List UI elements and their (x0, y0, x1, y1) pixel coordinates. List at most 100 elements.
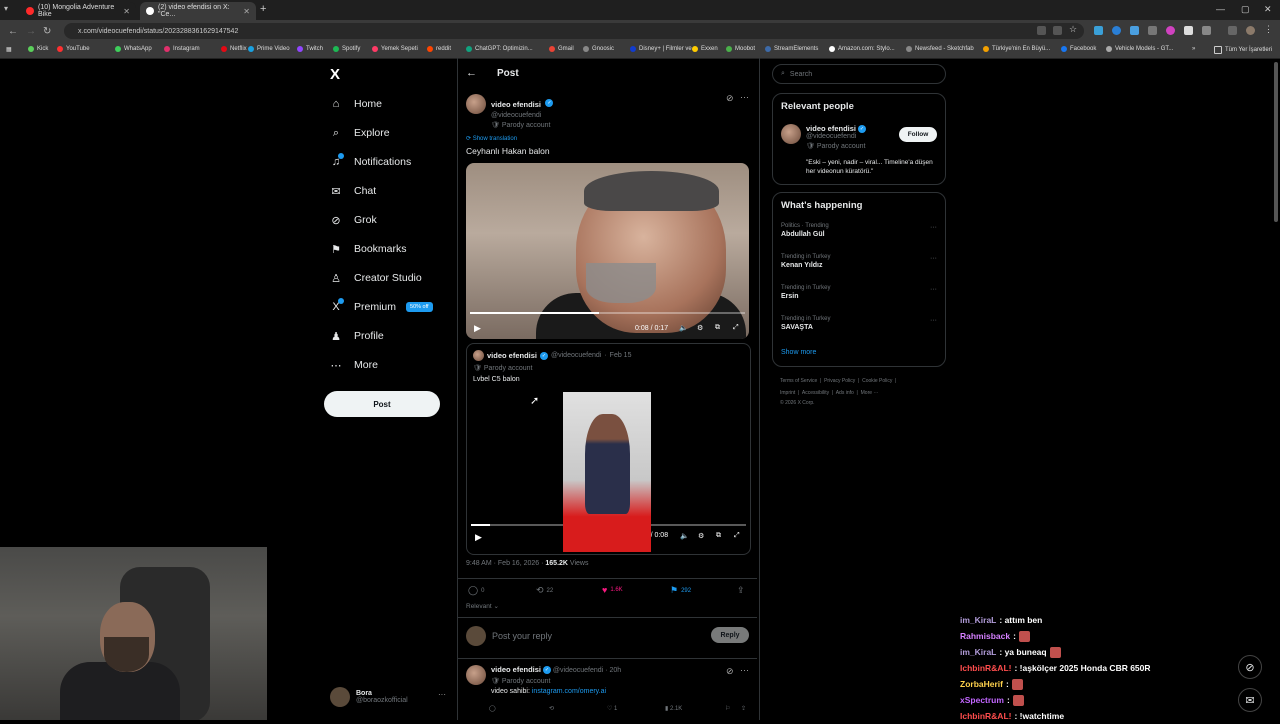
volume-icon[interactable]: 🔈 (679, 324, 688, 332)
bookmark-19[interactable]: Türkiye'nin En Büyü... (983, 46, 1050, 52)
browser-tab-2[interactable]: (2) video efendisi on X: "Ce... ✕ (140, 2, 256, 20)
bookmark-1[interactable]: YouTube (57, 46, 90, 52)
more-options-icon[interactable]: ··· (740, 665, 749, 675)
reply-input[interactable]: Post your reply (492, 631, 552, 641)
more-options-icon[interactable]: ··· (740, 92, 749, 102)
trend-more-icon[interactable]: ··· (930, 317, 937, 324)
bookmark-5[interactable]: Prime Video (248, 46, 290, 52)
extension-icon[interactable] (1166, 26, 1175, 35)
bookmark-20[interactable]: Facebook (1061, 46, 1096, 52)
post-timestamp[interactable]: 9:48 AM · Feb 16, 2026 · (466, 560, 543, 567)
x-logo[interactable]: X (330, 66, 340, 83)
reply-action[interactable]: ◯ 0 (468, 585, 484, 596)
profile-avatar-icon[interactable] (1246, 26, 1255, 35)
like-action[interactable]: ♥ 1.6K (602, 585, 623, 595)
maximize-button[interactable]: ▢ (1241, 4, 1250, 15)
settings-icon[interactable]: ⚙ (698, 532, 704, 540)
reload-icon[interactable]: ↻ (43, 26, 51, 37)
search-input[interactable]: ⌕ Search (772, 64, 946, 84)
close-window-button[interactable]: ✕ (1264, 4, 1272, 15)
play-icon[interactable]: ▶ (474, 323, 481, 334)
fullscreen-icon[interactable]: ⤢ (734, 532, 740, 540)
bookmark-3[interactable]: Instagram (164, 46, 200, 52)
reply-link[interactable]: instagram.com/omery.ai (532, 688, 606, 695)
extensions-puzzle-icon[interactable] (1202, 26, 1211, 35)
translate-icon[interactable] (1037, 26, 1046, 35)
post-author[interactable]: video efendisi ✓ @videocuefendi 🛡 Parody… (466, 94, 554, 129)
messages-floating-button[interactable]: ✉ (1238, 688, 1262, 712)
apps-icon[interactable]: ▦ (6, 46, 12, 53)
back-icon[interactable]: ← (8, 26, 18, 37)
follow-button[interactable]: Follow (899, 127, 937, 142)
chat-username[interactable]: IchbinR&AL! (960, 663, 1011, 673)
reply-button[interactable]: Reply (711, 627, 749, 643)
account-more-icon[interactable]: ··· (438, 690, 446, 699)
fullscreen-icon[interactable]: ⤢ (733, 324, 739, 332)
back-arrow-icon[interactable]: ← (466, 67, 477, 79)
footer-link[interactable]: More ··· (861, 390, 879, 396)
video-player[interactable]: ▶ 0:08 / 0:17 🔈 ⚙ ⧉ ⤢ (466, 163, 749, 339)
bookmark-10[interactable]: ChatGPT: Optimizin... (466, 46, 533, 52)
bookmark-4[interactable]: Netflix (221, 46, 247, 52)
grok-icon[interactable]: ⊘ (726, 666, 734, 677)
close-tab-icon[interactable]: ✕ (123, 7, 130, 16)
chat-username[interactable]: ZorbaHerif (960, 679, 1003, 689)
reply-sort-dropdown[interactable]: Relevant ⌄ (466, 602, 499, 610)
nav-item-explore[interactable]: ⌕ Explore (330, 127, 390, 140)
bookmark-12[interactable]: Gnoosic (583, 46, 614, 52)
chrome-menu-icon[interactable]: ⋮ (1264, 24, 1273, 34)
share-icon[interactable]: ⇪ (741, 705, 746, 712)
avatar[interactable] (466, 94, 486, 114)
tab-search-icon[interactable]: ▾ (4, 4, 8, 13)
bookmark-2[interactable]: WhatsApp (115, 46, 152, 52)
forward-icon[interactable]: → (26, 26, 36, 37)
bookmark-icon[interactable]: ⚐ (725, 705, 730, 712)
repost-action[interactable]: ⟲ 22 (536, 585, 553, 596)
video-progress-track[interactable] (470, 312, 745, 314)
trend-more-icon[interactable]: ··· (930, 255, 937, 262)
nav-item-notifications[interactable]: ♫ Notifications (330, 153, 411, 168)
footer-link[interactable]: Accessibility (802, 390, 829, 396)
nav-item-grok[interactable]: ⊘ Grok (330, 214, 376, 227)
quoted-video[interactable] (563, 392, 651, 552)
extension-icon[interactable] (1094, 26, 1103, 35)
extension-icon[interactable] (1148, 26, 1157, 35)
relevant-name[interactable]: video efendisi (806, 124, 856, 133)
minimize-button[interactable]: — (1216, 4, 1225, 14)
pip-icon[interactable]: ⧉ (715, 324, 720, 332)
bookmark-21[interactable]: Vehicle Models - GT... (1106, 46, 1173, 52)
account-switcher[interactable]: Bora @boraozkofficial (330, 687, 408, 707)
bookmark-13[interactable]: Disney+ | Filmler ve... (630, 46, 697, 52)
sidebar-icon[interactable] (1228, 26, 1237, 35)
url-field[interactable]: x.com/videocuefendi/status/2023288361629… (64, 23, 1084, 39)
footer-link[interactable]: Cookie Policy (862, 378, 892, 384)
bookmark-18[interactable]: Newsfeed - Sketchfab (906, 46, 974, 52)
extension-icon[interactable] (1184, 26, 1193, 35)
avatar[interactable] (466, 665, 486, 685)
share-icon[interactable]: ⇪ (737, 585, 745, 596)
bookmark-11[interactable]: Gmail (549, 46, 574, 52)
bookmark-8[interactable]: Yemek Sepeti (372, 46, 418, 52)
bookmark-14[interactable]: Exxen (692, 46, 718, 52)
reply-composer[interactable]: Post your reply (466, 626, 749, 646)
reply-tweet[interactable]: video efendisi ✓ @videocuefendi · 20h 🛡 … (466, 665, 621, 695)
nav-item-premium[interactable]: X Premium 50% off (330, 298, 433, 313)
settings-icon[interactable]: ⚙ (697, 324, 703, 332)
nav-item-profile[interactable]: ♟ Profile (330, 330, 384, 343)
footer-link[interactable]: Imprint (780, 390, 795, 396)
reply-icon[interactable]: ◯ (489, 705, 496, 712)
show-more-link[interactable]: Show more (781, 349, 816, 356)
views-action[interactable]: ▮ 2.1K (665, 705, 682, 712)
relevant-handle[interactable]: @videocuefendi (806, 133, 901, 140)
trend-item[interactable]: Trending in Turkey Kenan Yıldız (781, 254, 830, 269)
nav-item-more[interactable]: ⋯ More (330, 359, 378, 372)
scrollbar[interactable] (1274, 62, 1278, 222)
bookmark-17[interactable]: Amazon.com: Stylo... (829, 46, 895, 52)
extension-icon[interactable] (1130, 26, 1139, 35)
trend-item[interactable]: Politics · Trending Abdullah Gül (781, 223, 829, 238)
nav-item-home[interactable]: ⌂ Home (330, 98, 382, 110)
footer-link[interactable]: Terms of Service (780, 378, 817, 384)
close-tab-icon[interactable]: ✕ (243, 7, 250, 16)
all-bookmarks-folder[interactable]: Tüm Yer İşaretleri (1214, 46, 1272, 54)
bookmark-16[interactable]: StreamElements (765, 46, 818, 52)
